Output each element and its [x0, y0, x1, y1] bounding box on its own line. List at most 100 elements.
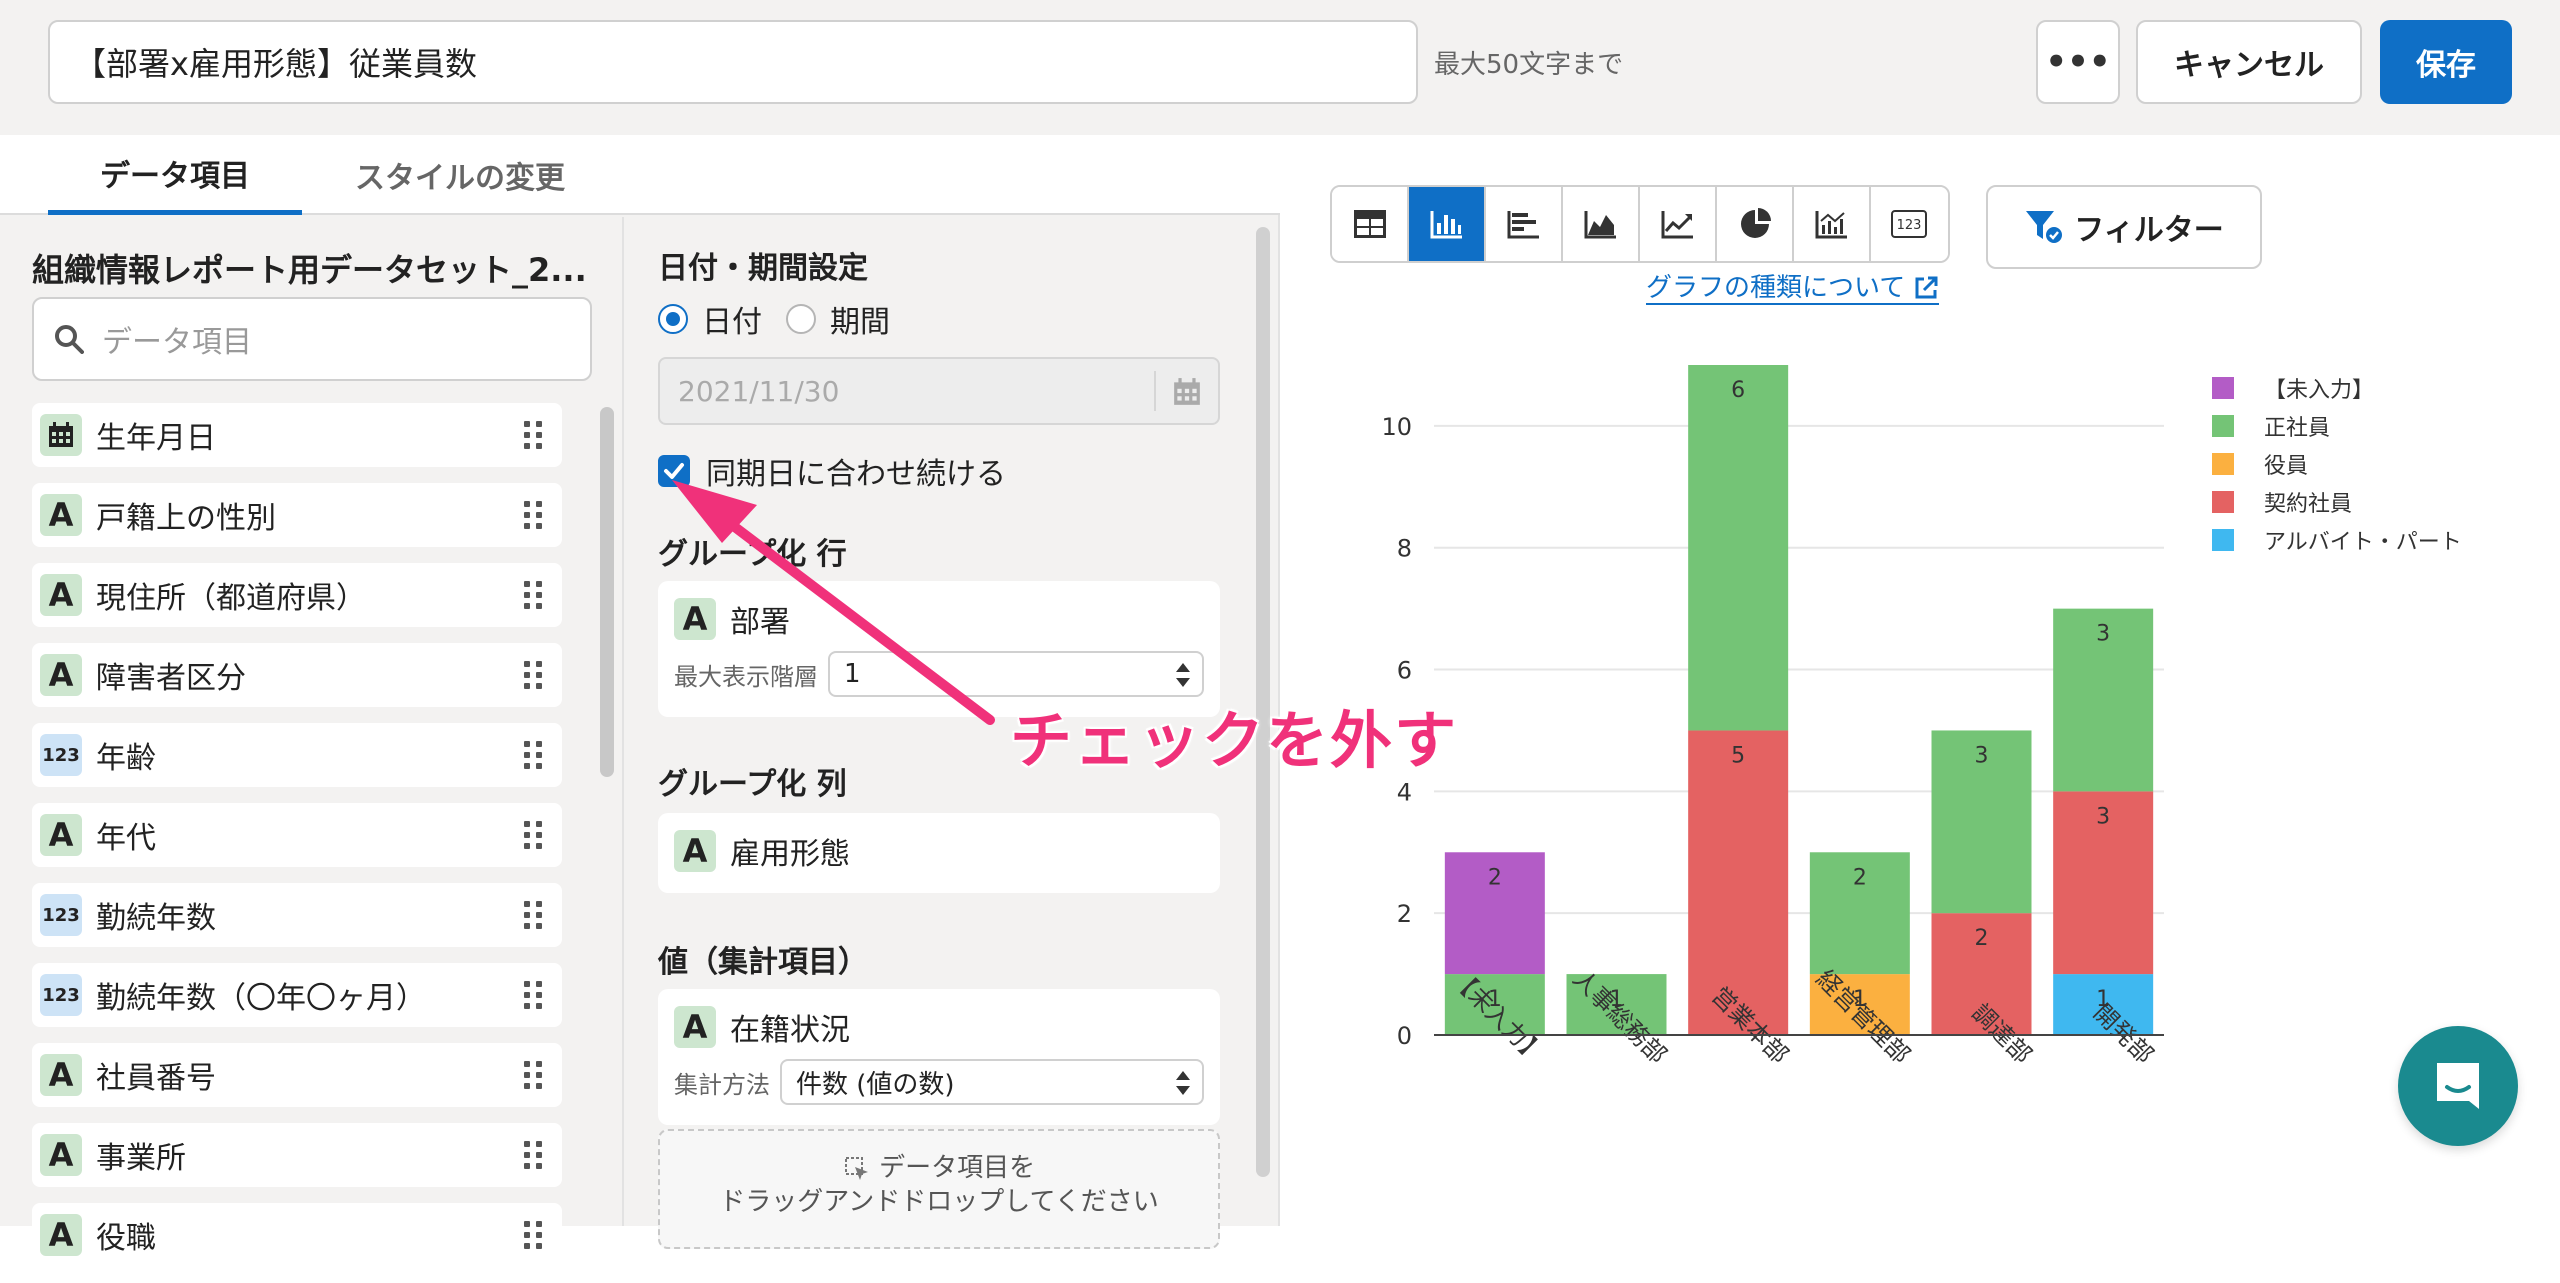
text-type-icon: A [40, 654, 82, 696]
field-item[interactable]: A 現住所（都道府県） [32, 563, 562, 627]
date-mode-radio-group: 日付 期間 [658, 297, 890, 341]
drop-line-1: データ項目を [879, 1153, 1036, 1183]
group-col-field: 雇用形態 [730, 837, 850, 872]
value-field: 在籍状況 [730, 1013, 850, 1048]
field-item[interactable]: A 社員番号 [32, 1043, 562, 1107]
data-label: 2 [1488, 865, 1502, 890]
text-type-icon: A [40, 574, 82, 616]
radio-period[interactable] [786, 304, 816, 334]
more-options-button[interactable]: ••• [2036, 20, 2120, 104]
max-level-value: 1 [844, 659, 861, 689]
field-item[interactable]: 123 勤続年数（〇年〇ヶ月） [32, 963, 562, 1027]
y-tick-label: 8 [1397, 535, 1412, 563]
chat-support-button[interactable] [2398, 1026, 2518, 1146]
drag-handle-icon[interactable] [524, 901, 542, 929]
number-type-icon: 123 [40, 894, 82, 936]
field-search-input[interactable]: データ項目 [32, 297, 592, 381]
select-arrows-icon [1176, 663, 1190, 687]
group-col-card[interactable]: A 雇用形態 [658, 813, 1220, 893]
dataset-column: 組織情報レポート用データセット_2... データ項目 生年月日 A 戸籍上の性別… [0, 217, 620, 1267]
value-title: 値（集計項目） [658, 945, 868, 980]
radio-date-label: 日付 [702, 305, 762, 340]
tab-data-fields[interactable]: データ項目 [48, 135, 302, 215]
sync-checkbox[interactable] [658, 455, 690, 487]
drag-handle-icon[interactable] [524, 1221, 542, 1249]
drag-handle-icon[interactable] [524, 581, 542, 609]
bar-segment [1688, 730, 1789, 1035]
dataset-title: 組織情報レポート用データセット_2... [32, 251, 587, 289]
data-label: 2 [1975, 926, 1989, 951]
y-tick-label: 2 [1397, 900, 1412, 928]
save-button[interactable]: 保存 [2380, 20, 2512, 104]
field-item[interactable]: A 障害者区分 [32, 643, 562, 707]
tab-style[interactable]: スタイルの変更 [330, 135, 590, 215]
drag-handle-icon[interactable] [524, 821, 542, 849]
bar-segment [1688, 365, 1789, 731]
field-list: 生年月日 A 戸籍上の性別 A 現住所（都道府県） A 障害者区分 123 年齢 [32, 403, 562, 1283]
field-label: 勤続年数 [96, 901, 216, 936]
drag-handle-icon[interactable] [524, 741, 542, 769]
field-label: 障害者区分 [96, 661, 246, 696]
field-label: 役職 [96, 1221, 156, 1256]
group-col-title: グループ化 列 [658, 767, 847, 802]
legend-swatch [2212, 529, 2234, 551]
number-type-icon: 123 [40, 734, 82, 776]
sync-checkbox-label: 同期日に合わせ続ける [706, 457, 1006, 492]
legend-swatch [2212, 377, 2234, 399]
field-item[interactable]: 123 年齢 [32, 723, 562, 787]
field-label: 年齢 [96, 741, 156, 776]
text-type-icon: A [40, 1134, 82, 1176]
drag-handle-icon[interactable] [524, 1141, 542, 1169]
max-level-label: 最大表示階層 [674, 662, 818, 691]
data-label: 3 [1975, 743, 1989, 768]
text-type-icon: A [674, 830, 716, 872]
check-icon [664, 463, 684, 479]
sync-checkbox-row[interactable]: 同期日に合わせ続ける [658, 449, 1006, 493]
data-label: 3 [2096, 622, 2110, 647]
date-value: 2021/11/30 [678, 374, 840, 408]
chat-icon [2437, 1063, 2479, 1109]
text-type-icon: A [674, 598, 716, 640]
legend-label: 役員 [2264, 454, 2308, 479]
report-title-input[interactable]: 【部署x雇用形態】従業員数 [48, 20, 1418, 104]
field-label: 現住所（都道府県） [96, 581, 366, 616]
field-item[interactable]: A 戸籍上の性別 [32, 483, 562, 547]
calendar-icon[interactable] [1172, 377, 1202, 407]
field-item[interactable]: A 事業所 [32, 1123, 562, 1187]
field-item[interactable]: A 役職 [32, 1203, 562, 1267]
field-label: 年代 [96, 821, 156, 856]
value-card[interactable]: A 在籍状況 集計方法 件数 (値の数) [658, 989, 1220, 1125]
drag-handle-icon[interactable] [524, 981, 542, 1009]
drop-line-2: ドラッグアンドドロップしてください [719, 1187, 1159, 1217]
stacked-bar-chart: 024681012【未入力】 1人事総務部56営業本部 12経営管理部23調達部 13… [1381, 365, 2462, 1069]
date-input[interactable]: 2021/11/30 [658, 357, 1220, 425]
y-tick-label: 10 [1381, 413, 1412, 441]
drag-drop-icon [844, 1156, 868, 1180]
drag-handle-icon[interactable] [524, 501, 542, 529]
y-tick-label: 4 [1397, 778, 1412, 806]
drag-handle-icon[interactable] [524, 661, 542, 689]
field-label: 勤続年数（〇年〇ヶ月） [96, 981, 426, 1016]
search-icon [55, 325, 84, 354]
cancel-button[interactable]: キャンセル [2136, 20, 2362, 104]
field-item[interactable]: 生年月日 [32, 403, 562, 467]
legend-swatch [2212, 415, 2234, 437]
calendar-icon [40, 414, 82, 456]
field-item[interactable]: 123 勤続年数 [32, 883, 562, 947]
drag-handle-icon[interactable] [524, 421, 542, 449]
data-label: 3 [2096, 804, 2110, 829]
select-arrows-icon [1176, 1071, 1190, 1095]
field-item[interactable]: A 年代 [32, 803, 562, 867]
agg-value: 件数 (値の数) [796, 1069, 955, 1100]
text-type-icon: A [674, 1006, 716, 1048]
radio-date[interactable] [658, 304, 688, 334]
agg-select[interactable]: 件数 (値の数) [780, 1059, 1204, 1105]
field-list-scrollbar[interactable] [600, 407, 614, 777]
legend-label: アルバイト・パート [2264, 530, 2462, 555]
field-label: 事業所 [96, 1141, 186, 1176]
drag-handle-icon[interactable] [524, 1061, 542, 1089]
top-bar: 【部署x雇用形態】従業員数 最大50文字まで ••• キャンセル 保存 [0, 0, 2560, 135]
legend-swatch [2212, 491, 2234, 513]
drop-zone[interactable]: データ項目を ドラッグアンドドロップしてください [658, 1129, 1220, 1249]
legend-label: 【未入力】 [2264, 378, 2374, 403]
